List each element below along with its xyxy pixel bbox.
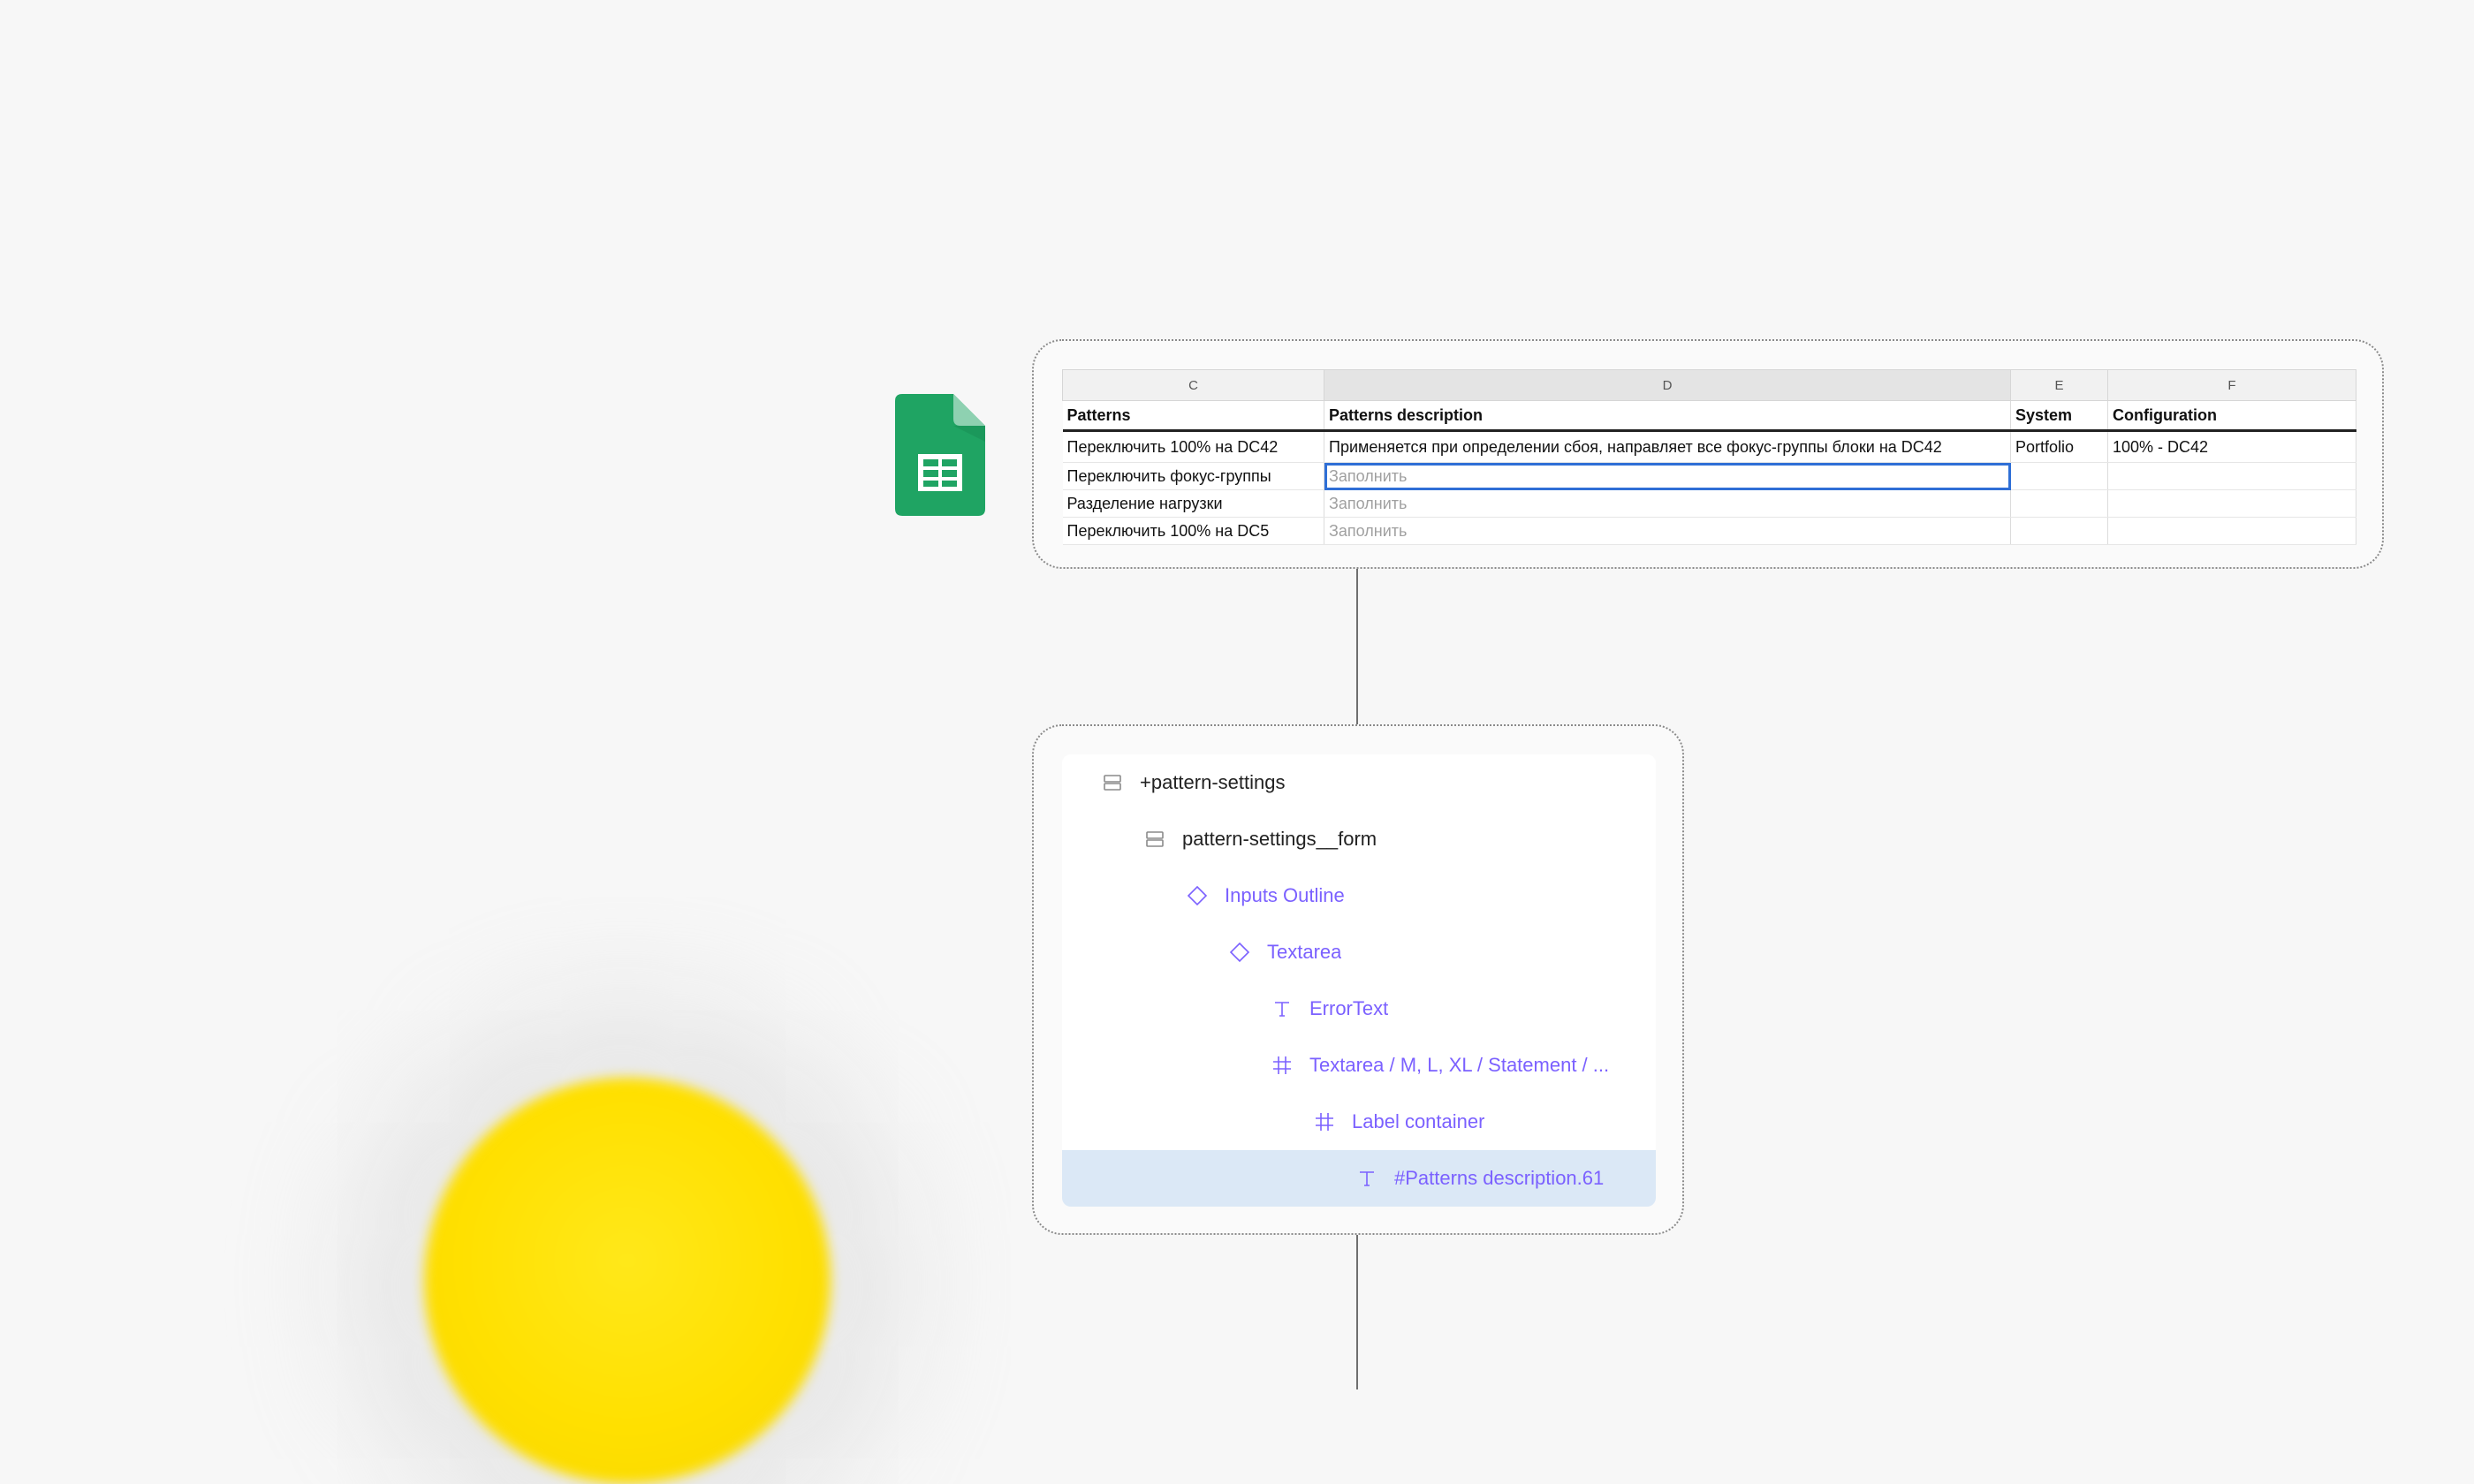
cell-pattern[interactable]: Переключить 100% на DC5: [1062, 517, 1324, 545]
cell-description-active[interactable]: Заполнить: [1324, 462, 2011, 490]
column-header-f[interactable]: F: [2107, 369, 2356, 401]
table-row: Переключить 100% на DC5 Заполнить: [1062, 517, 2356, 545]
connector-line-top: [1356, 569, 1358, 724]
layer-item-errortext[interactable]: ErrorText: [1062, 980, 1656, 1037]
layer-label: +pattern-settings: [1140, 771, 1286, 793]
layer-label: #Patterns description.61: [1394, 1167, 1605, 1189]
component-instance-icon: [1184, 882, 1210, 909]
connector-line-bottom: [1356, 1235, 1358, 1389]
layer-item-pattern-settings[interactable]: +pattern-settings: [1062, 754, 1656, 811]
cell-configuration[interactable]: [2107, 462, 2356, 490]
cell-pattern[interactable]: Разделение нагрузки: [1062, 489, 1324, 518]
header-cell-configuration[interactable]: Configuration: [2107, 400, 2356, 432]
cell-system[interactable]: [2010, 462, 2108, 490]
column-header-c[interactable]: C: [1062, 369, 1324, 401]
cell-pattern[interactable]: Переключить 100% на DC42: [1062, 430, 1324, 463]
layer-label: Label container: [1352, 1110, 1485, 1132]
google-sheets-icon: [895, 394, 985, 516]
frame-icon: [1269, 1052, 1295, 1079]
cell-configuration[interactable]: [2107, 489, 2356, 518]
layer-label: ErrorText: [1309, 997, 1389, 1019]
header-cell-patterns[interactable]: Patterns: [1062, 400, 1324, 432]
layer-label: Inputs Outline: [1225, 884, 1345, 906]
column-header-e[interactable]: E: [2010, 369, 2108, 401]
cell-system[interactable]: Portfolio: [2010, 430, 2108, 463]
header-cell-patterns-description[interactable]: Patterns description: [1324, 400, 2011, 432]
header-cell-system[interactable]: System: [2010, 400, 2108, 432]
layer-item-textarea[interactable]: Textarea: [1062, 924, 1656, 980]
table-row: Переключить 100% на DC42 Применяется при…: [1062, 430, 2356, 463]
spreadsheet-frame: C D E F Patterns Patterns description Sy…: [1032, 339, 2384, 569]
component-instance-icon: [1226, 939, 1253, 965]
column-letters-row: C D E F: [1062, 369, 2356, 401]
cell-configuration[interactable]: 100% - DC42: [2107, 430, 2356, 463]
layers-frame: +pattern-settings pattern-settings__form…: [1032, 724, 1684, 1235]
layers-panel: +pattern-settings pattern-settings__form…: [1062, 754, 1656, 1207]
table-row: Переключить фокус-группы Заполнить: [1062, 462, 2356, 490]
layer-item-textarea-frame[interactable]: Textarea / M, L, XL / Statement / ...: [1062, 1037, 1656, 1094]
layer-item-pattern-settings-form[interactable]: pattern-settings__form: [1062, 811, 1656, 867]
layer-item-inputs-outline[interactable]: Inputs Outline: [1062, 867, 1656, 924]
cell-description[interactable]: Применяется при определении сбоя, направ…: [1324, 430, 2011, 463]
cell-configuration[interactable]: [2107, 517, 2356, 545]
cell-pattern[interactable]: Переключить фокус-группы: [1062, 462, 1324, 490]
text-icon: [1354, 1165, 1380, 1192]
spreadsheet-table: C D E F Patterns Patterns description Sy…: [1062, 369, 2356, 545]
text-icon: [1269, 996, 1295, 1022]
cell-description[interactable]: Заполнить: [1324, 517, 2011, 545]
layer-item-label-container[interactable]: Label container: [1062, 1094, 1656, 1150]
column-header-d[interactable]: D: [1324, 369, 2011, 401]
layer-item-patterns-description-selected[interactable]: #Patterns description.61: [1062, 1150, 1656, 1207]
table-row: Разделение нагрузки Заполнить: [1062, 489, 2356, 518]
stack-icon: [1099, 769, 1126, 796]
cell-system[interactable]: [2010, 489, 2108, 518]
cell-description[interactable]: Заполнить: [1324, 489, 2011, 518]
header-row: Patterns Patterns description System Con…: [1062, 400, 2356, 432]
layer-label: Textarea: [1267, 941, 1342, 963]
frame-icon: [1311, 1109, 1338, 1135]
yellow-blurred-ball: [424, 1078, 831, 1484]
layer-label: pattern-settings__form: [1182, 828, 1377, 850]
layer-label: Textarea / M, L, XL / Statement / ...: [1309, 1054, 1610, 1076]
cell-system[interactable]: [2010, 517, 2108, 545]
stack-icon: [1142, 826, 1168, 852]
